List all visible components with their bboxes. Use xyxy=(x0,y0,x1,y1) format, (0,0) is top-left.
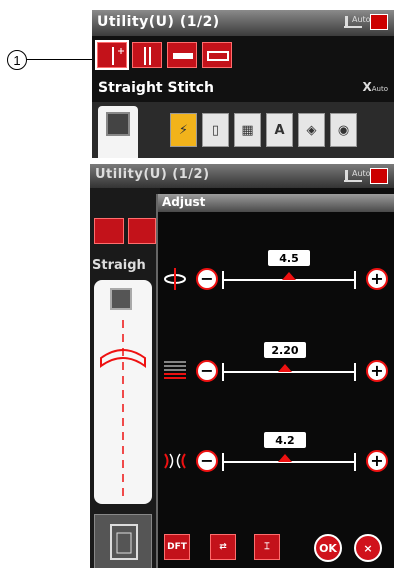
title-icons: Auto xyxy=(342,168,388,184)
stitch-length-icon xyxy=(164,361,186,379)
width-plus-button[interactable]: + xyxy=(366,268,388,290)
title-bar: Utility(U) (1/2) Auto xyxy=(90,164,394,188)
mirror-icon: ⇄ xyxy=(219,542,227,552)
zigzag-stitch-button[interactable] xyxy=(167,42,197,68)
length-marker[interactable] xyxy=(277,364,292,372)
straight-stitch-button[interactable] xyxy=(95,40,129,70)
callout-number: 1 xyxy=(7,50,27,70)
bobbin-icon: Auto xyxy=(342,14,371,30)
thread-tension-icon xyxy=(164,453,186,469)
length-value: 2.20 xyxy=(263,342,306,358)
cancel-button[interactable]: × xyxy=(354,534,382,562)
width-row: − 4.5 + xyxy=(158,250,394,300)
adjust-screen: Utility(U) (1/2) Auto Straigh A Adjust xyxy=(90,164,394,568)
auto-label: Auto xyxy=(352,169,371,178)
utility-stitch-icon[interactable]: ⚡ xyxy=(170,113,197,147)
width-minus-button[interactable]: − xyxy=(196,268,218,290)
auto-label: Auto xyxy=(352,15,371,24)
adjust-window: Adjust − 4.5 + − 2.20 + − 4.2 + xyxy=(156,194,394,568)
stitch-name: Straight Stitch xyxy=(98,80,215,96)
stitch-row xyxy=(95,40,232,70)
length-plus-button[interactable]: + xyxy=(366,360,388,382)
quilt-icon[interactable]: ◈ xyxy=(298,113,325,147)
callout-line xyxy=(27,59,101,60)
stitch-preview xyxy=(94,280,152,504)
stitch-width-icon xyxy=(164,268,186,290)
bobbin-icon: Auto xyxy=(342,168,371,184)
letter-a-icon[interactable]: A xyxy=(266,113,293,147)
tension-row: − 4.2 + xyxy=(158,432,394,482)
stitch-name: Straigh xyxy=(92,258,146,273)
width-marker[interactable] xyxy=(282,272,296,280)
tension-value: 4.2 xyxy=(263,432,306,448)
stitch-thumb-icon xyxy=(110,288,132,310)
x-label: X xyxy=(362,80,372,94)
x-auto-indicator: XAuto xyxy=(362,80,388,94)
stitch-thumb-icon xyxy=(106,112,130,136)
utility-screen: Utility(U) (1/2) Auto Straight Stitch XA… xyxy=(92,10,394,158)
foot-icon xyxy=(370,168,388,184)
length-minus-button[interactable]: − xyxy=(196,360,218,382)
length-row: − 2.20 + xyxy=(158,342,394,392)
left-panel: Straigh A xyxy=(90,188,160,568)
title-icons: Auto xyxy=(342,14,388,30)
x-auto-small: Auto xyxy=(371,85,388,93)
ok-button[interactable]: OK xyxy=(314,534,342,562)
category-row: ⚡ ▯ ▦ A ◈ ◉ xyxy=(170,113,357,147)
triple-stitch-button[interactable] xyxy=(132,42,162,68)
title-bar: Utility(U) (1/2) Auto xyxy=(92,10,394,36)
presser-foot-icon xyxy=(94,514,152,568)
mirror-button[interactable]: ⇄ xyxy=(210,534,236,560)
satin-icon[interactable]: ▦ xyxy=(234,113,261,147)
elongation-button[interactable]: ⌶ xyxy=(254,534,280,560)
buttonhole-icon[interactable]: ▯ xyxy=(202,113,229,147)
stitch-preview-tab[interactable] xyxy=(98,106,138,158)
stitch-preview-drawing xyxy=(100,320,146,496)
default-button[interactable]: DFT xyxy=(164,534,190,560)
foot-icon xyxy=(370,14,388,30)
width-value: 4.5 xyxy=(268,250,310,266)
stitch-shape-icon: ⌶ xyxy=(264,542,270,552)
tension-plus-button[interactable]: + xyxy=(366,450,388,472)
adjust-header: Adjust xyxy=(158,194,394,212)
screen-title: Utility(U) (1/2) xyxy=(95,167,210,182)
overedge-stitch-button[interactable] xyxy=(202,42,232,68)
garment-icon[interactable]: ◉ xyxy=(330,113,357,147)
triple-stitch-button[interactable] xyxy=(128,218,156,244)
straight-stitch-button[interactable] xyxy=(94,218,124,244)
tension-marker[interactable] xyxy=(277,454,292,462)
adjust-title: Adjust xyxy=(162,195,206,209)
screen-title: Utility(U) (1/2) xyxy=(97,14,220,30)
tension-minus-button[interactable]: − xyxy=(196,450,218,472)
